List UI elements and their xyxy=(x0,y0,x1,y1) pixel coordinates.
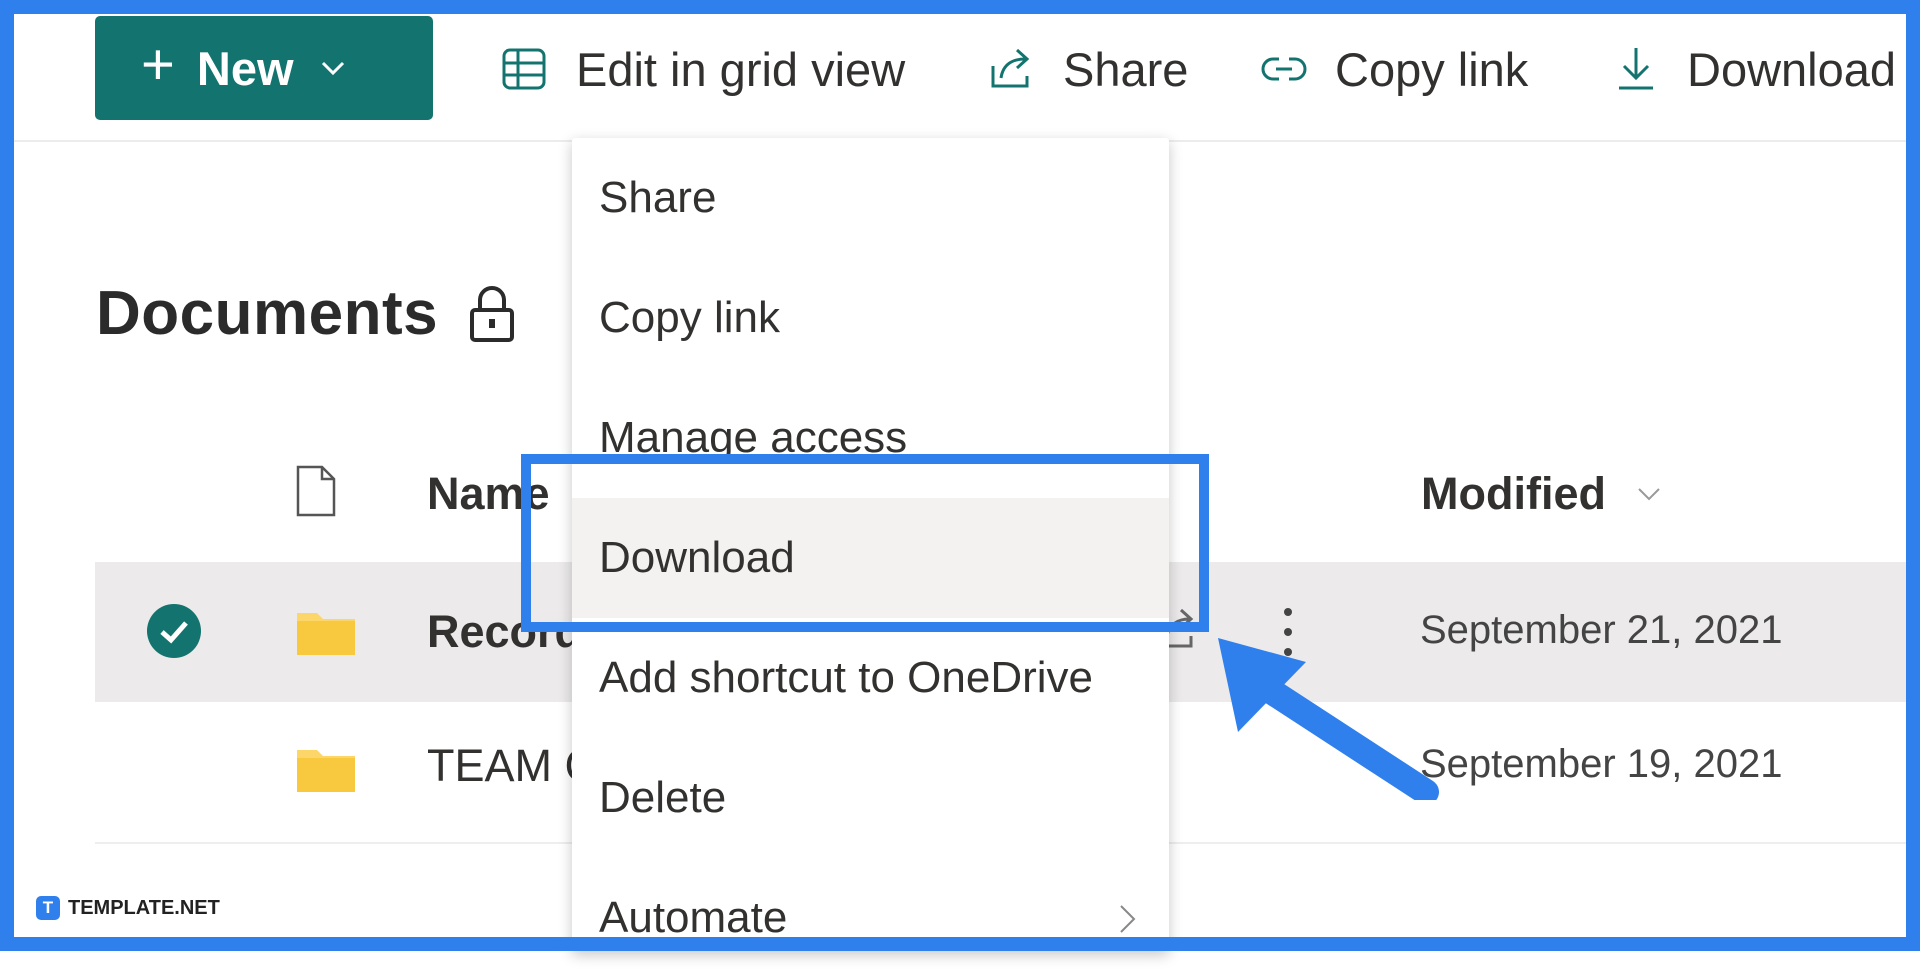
lock-icon xyxy=(470,285,515,342)
page-title-text: Documents xyxy=(96,279,439,348)
download-button[interactable]: Download xyxy=(1611,34,1896,104)
command-bar: + New Edit in grid view Share Copy link … xyxy=(14,14,1906,142)
column-header-modified-label: Modified xyxy=(1421,468,1606,519)
menu-item-label: Add shortcut to OneDrive xyxy=(599,653,1094,702)
template-logo-icon: T xyxy=(36,896,60,920)
menu-item-automate[interactable]: Automate xyxy=(572,858,1169,978)
chevron-down-icon xyxy=(321,61,344,76)
download-label: Download xyxy=(1687,42,1897,96)
copy-link-label: Copy link xyxy=(1335,42,1529,96)
menu-item-share[interactable]: Share xyxy=(572,138,1169,258)
chevron-right-icon xyxy=(1120,905,1136,933)
menu-item-copy-link[interactable]: Copy link xyxy=(572,258,1169,378)
folder-icon xyxy=(297,613,355,655)
row-modified: September 21, 2021 xyxy=(1420,608,1783,652)
plus-icon: + xyxy=(141,32,175,97)
watermark-logo: T TEMPLATE.NET xyxy=(36,896,220,920)
edit-grid-view-button[interactable]: Edit in grid view xyxy=(500,34,905,104)
menu-item-add-shortcut[interactable]: Add shortcut to OneDrive xyxy=(572,618,1169,738)
menu-item-delete[interactable]: Delete xyxy=(572,738,1169,858)
menu-item-label: Automate xyxy=(599,893,788,942)
file-type-icon xyxy=(296,465,336,517)
watermark-text: TEMPLATE.NET xyxy=(68,896,220,919)
folder-icon xyxy=(297,750,355,792)
edit-grid-view-label: Edit in grid view xyxy=(576,42,906,96)
row-modified: September 19, 2021 xyxy=(1420,742,1783,786)
share-label: Share xyxy=(1063,42,1189,96)
chevron-down-icon xyxy=(1638,488,1660,501)
grid-icon xyxy=(502,48,546,90)
download-icon xyxy=(1619,48,1653,90)
page-title: Documents xyxy=(96,278,516,349)
menu-item-label: Share xyxy=(599,173,717,222)
copy-link-button[interactable]: Copy link xyxy=(1259,34,1528,104)
menu-item-label: Delete xyxy=(599,773,727,822)
highlight-box xyxy=(521,454,1209,632)
share-button[interactable]: Share xyxy=(987,34,1188,104)
new-button[interactable]: + New xyxy=(95,16,433,120)
share-icon xyxy=(991,48,1030,88)
menu-item-label: Copy link xyxy=(599,293,780,342)
selected-check-icon[interactable] xyxy=(147,604,201,658)
link-icon xyxy=(1261,57,1307,81)
new-button-label: New xyxy=(196,41,294,95)
column-header-modified[interactable]: Modified xyxy=(1421,468,1664,520)
pointer-arrow-icon xyxy=(1218,638,1439,800)
